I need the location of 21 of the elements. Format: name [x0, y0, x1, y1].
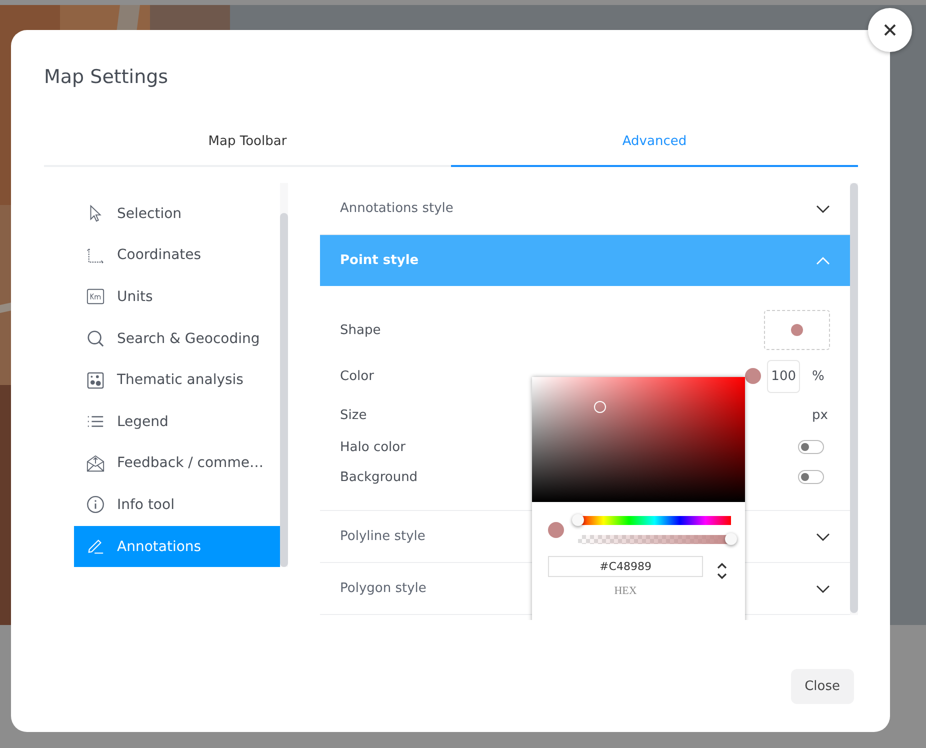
sidebar-item[interactable]: Thematic analysis — [74, 359, 280, 401]
opacity-field[interactable]: 100 — [767, 360, 800, 392]
field-label: Size — [340, 408, 367, 422]
unit-label: % — [812, 368, 826, 384]
sidebar-item[interactable]: Search & Geocoding — [74, 318, 280, 360]
sidebar-item[interactable]: Info tool — [74, 484, 280, 526]
close-button[interactable]: Close — [790, 669, 854, 704]
sidebar-item[interactable]: Legend — [74, 400, 280, 443]
dialog-title: Map Settings — [44, 66, 170, 90]
field-label: Background — [340, 470, 418, 484]
hex-field[interactable]: #C48989 — [548, 556, 703, 577]
sidebar-item[interactable]: Feedback / comme… — [74, 442, 280, 484]
tab[interactable]: Map Toolbar — [44, 118, 451, 167]
sidebar-item[interactable]: Coordinates — [74, 234, 280, 276]
sidebar-item[interactable]: Selection — [74, 193, 280, 235]
sidebar-item[interactable]: Units — [74, 276, 280, 318]
field-label: Shape — [340, 322, 381, 338]
mode-label: HEX — [614, 585, 637, 597]
unit-label: px — [812, 408, 829, 422]
field-label: Color — [340, 368, 374, 384]
field-label: Halo color — [340, 440, 406, 454]
